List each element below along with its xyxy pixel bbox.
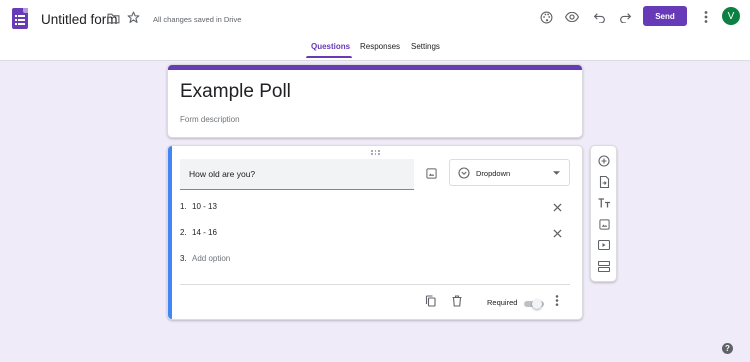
form-title-heading[interactable]: Example Poll bbox=[180, 81, 291, 103]
add-option-row[interactable]: 3. Add option bbox=[180, 254, 230, 263]
insert-image-icon[interactable] bbox=[424, 166, 438, 180]
add-question-icon[interactable] bbox=[597, 154, 611, 168]
dropdown-type-icon bbox=[457, 166, 470, 179]
form-description-field[interactable]: Form description bbox=[180, 115, 240, 124]
tab-questions[interactable]: Questions bbox=[311, 42, 350, 51]
undo-icon[interactable] bbox=[591, 9, 607, 25]
question-type-select[interactable]: Dropdown bbox=[449, 159, 570, 186]
avatar[interactable]: V bbox=[722, 7, 740, 25]
focus-indicator bbox=[168, 146, 172, 319]
duplicate-icon[interactable] bbox=[424, 294, 437, 307]
question-card[interactable]: How old are you? Dropdown 1. 10 - 13 2. 14… bbox=[167, 145, 583, 320]
option-number: 2. bbox=[180, 228, 187, 237]
required-label: Required bbox=[487, 298, 518, 307]
tab-responses[interactable]: Responses bbox=[360, 42, 400, 51]
option-row[interactable]: 1. 10 - 13 bbox=[180, 202, 217, 211]
forms-logo-icon[interactable] bbox=[12, 8, 28, 29]
video-icon[interactable] bbox=[597, 238, 611, 252]
delete-icon[interactable] bbox=[450, 294, 463, 307]
image-icon[interactable] bbox=[597, 217, 611, 231]
option-number: 1. bbox=[180, 202, 187, 211]
card-footer-divider bbox=[180, 284, 570, 285]
tab-settings[interactable]: Settings bbox=[411, 42, 440, 51]
help-icon[interactable]: ? bbox=[722, 343, 733, 354]
star-icon[interactable] bbox=[126, 10, 140, 24]
question-title-input[interactable]: How old are you? bbox=[180, 159, 414, 190]
send-button[interactable]: Send bbox=[643, 6, 687, 26]
more-vert-icon[interactable] bbox=[699, 9, 713, 25]
more-vert-icon[interactable] bbox=[552, 294, 562, 307]
add-option-link[interactable]: Add option bbox=[192, 254, 230, 263]
top-bar: Untitled form All changes saved in Drive… bbox=[0, 0, 750, 61]
option-row[interactable]: 2. 14 - 16 bbox=[180, 228, 217, 237]
toggle-knob bbox=[532, 299, 542, 309]
active-tab-indicator bbox=[306, 56, 352, 58]
option-label[interactable]: 14 - 16 bbox=[192, 228, 217, 237]
palette-icon[interactable] bbox=[538, 9, 554, 25]
preview-eye-icon[interactable] bbox=[564, 9, 580, 25]
redo-icon[interactable] bbox=[617, 9, 633, 25]
required-toggle[interactable] bbox=[524, 299, 544, 309]
folder-icon[interactable] bbox=[106, 11, 120, 25]
theme-accent-band bbox=[168, 65, 582, 70]
question-type-label: Dropdown bbox=[476, 169, 511, 178]
form-header-card: Example Poll Form description bbox=[167, 64, 583, 138]
title-text-icon[interactable] bbox=[597, 196, 611, 210]
import-questions-icon[interactable] bbox=[597, 175, 611, 189]
section-icon[interactable] bbox=[597, 259, 611, 273]
side-toolbar bbox=[590, 145, 617, 282]
arrow-drop-down-icon bbox=[552, 170, 560, 176]
save-status: All changes saved in Drive bbox=[153, 15, 242, 24]
drag-handle-icon[interactable] bbox=[371, 150, 381, 155]
option-label[interactable]: 10 - 13 bbox=[192, 202, 217, 211]
remove-option-icon[interactable] bbox=[551, 227, 563, 239]
option-number: 3. bbox=[180, 254, 187, 263]
remove-option-icon[interactable] bbox=[551, 201, 563, 213]
